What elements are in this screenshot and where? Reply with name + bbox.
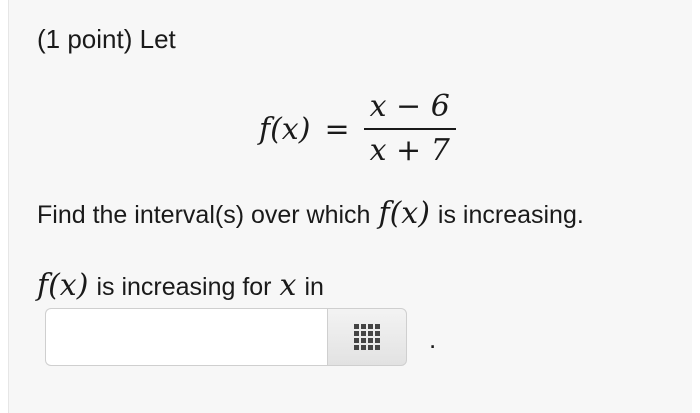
function-definition: f(x) = x − 6 x + 7 bbox=[259, 84, 456, 174]
fraction-numerator: x − 6 bbox=[369, 89, 450, 124]
question-text-before: Find the interval(s) over which bbox=[37, 201, 371, 229]
trailing-period: . bbox=[429, 323, 437, 354]
answer-prompt-after: in bbox=[304, 273, 324, 301]
fraction: x − 6 x + 7 bbox=[363, 88, 456, 170]
question-text: Find the interval(s) over which f(x) is … bbox=[37, 196, 584, 231]
function-lhs: f(x) bbox=[259, 111, 311, 147]
problem-header: (1 point) Let bbox=[37, 24, 176, 54]
equals-sign: = bbox=[324, 111, 350, 147]
equation-palette-button[interactable] bbox=[327, 308, 407, 366]
question-fx: f(x) bbox=[378, 196, 430, 231]
question-text-after: is increasing. bbox=[437, 201, 584, 229]
answer-prompt-fx: f(x) bbox=[37, 268, 89, 303]
fraction-bar bbox=[363, 128, 456, 130]
fraction-denominator: x + 7 bbox=[369, 133, 450, 168]
answer-prompt: f(x) is increasing for x in bbox=[37, 268, 324, 303]
answer-prompt-middle: is increasing for bbox=[96, 273, 272, 301]
answer-input[interactable] bbox=[45, 308, 327, 366]
answer-row: . bbox=[45, 308, 436, 366]
problem-panel: (1 point) Let f(x) = x − 6 x + 7 Find th… bbox=[8, 0, 692, 413]
grid-keypad-icon bbox=[354, 324, 380, 350]
answer-prompt-x: x bbox=[279, 268, 297, 303]
